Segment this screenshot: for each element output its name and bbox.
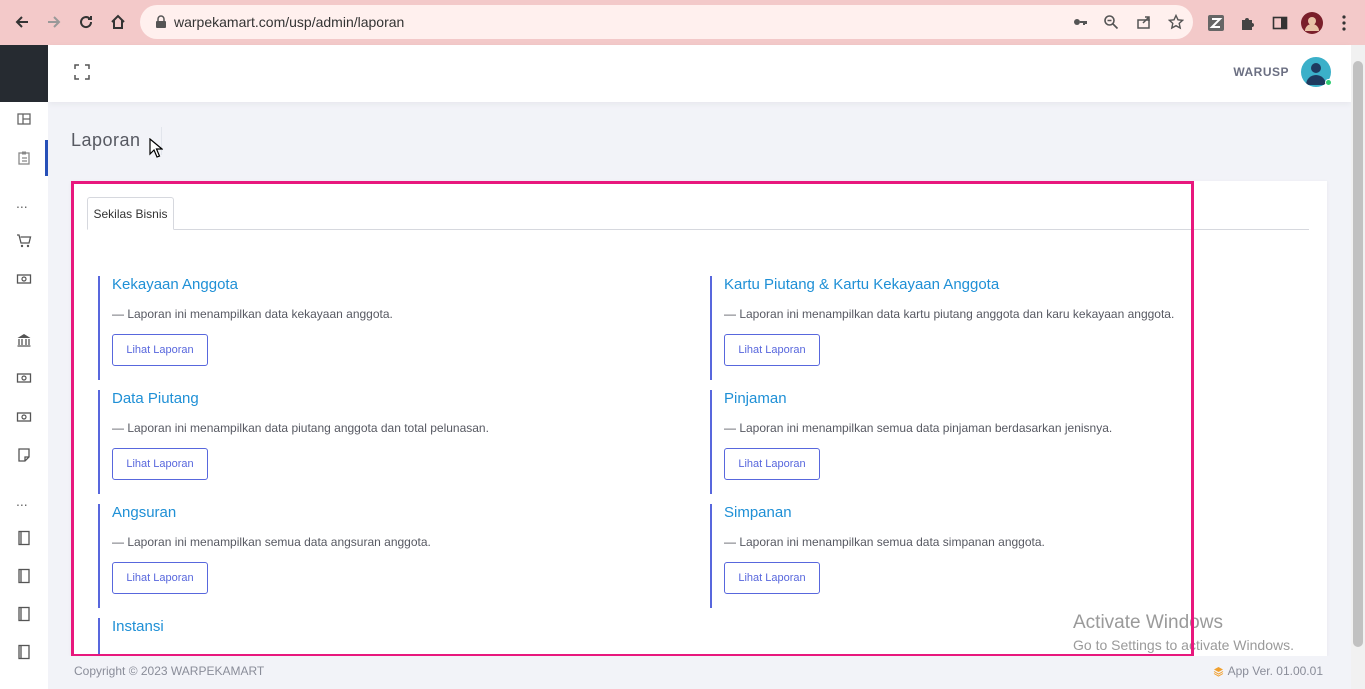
sidebar-active-indicator xyxy=(45,140,48,176)
report-title[interactable]: Kekayaan Anggota xyxy=(112,276,238,293)
report-item: Kekayaan Anggota — Laporan ini menampilk… xyxy=(98,276,678,380)
copyright-text: Copyright © 2023 WARPEKAMART xyxy=(74,664,265,678)
sidepanel-icon[interactable] xyxy=(1269,12,1291,34)
report-item: Kartu Piutang & Kartu Kekayaan Anggota —… xyxy=(710,276,1290,380)
tab-sekilas-bisnis[interactable]: Sekilas Bisnis xyxy=(87,197,174,230)
zoom-icon[interactable] xyxy=(1103,14,1119,30)
view-report-button[interactable]: Lihat Laporan xyxy=(724,448,820,480)
book-icon[interactable] xyxy=(14,604,34,624)
menu-kebab-icon[interactable] xyxy=(1333,12,1355,34)
report-description: — Laporan ini menampilkan data piutang a… xyxy=(112,421,489,435)
profile-icon[interactable] xyxy=(1301,12,1323,34)
report-description: — Laporan ini menampilkan semua data sim… xyxy=(724,535,1045,549)
layers-icon xyxy=(1213,666,1223,677)
view-report-button[interactable]: Lihat Laporan xyxy=(112,448,208,480)
note-icon[interactable] xyxy=(14,445,34,465)
cart-icon[interactable] xyxy=(14,231,34,251)
view-report-button[interactable]: Lihat Laporan xyxy=(112,334,208,366)
watermark-line2: Go to Settings to activate Windows. xyxy=(1073,637,1294,653)
sidebar-brand xyxy=(0,45,48,102)
report-title[interactable]: Angsuran xyxy=(112,504,176,521)
page-scrollbar[interactable] xyxy=(1351,45,1365,689)
extension-z-icon[interactable] xyxy=(1205,12,1227,34)
tab-divider xyxy=(87,229,1309,230)
back-icon[interactable] xyxy=(10,10,34,34)
page-title: Laporan xyxy=(71,130,141,150)
home-icon[interactable] xyxy=(106,10,130,34)
report-card: Sekilas Bisnis Kekayaan Anggota — Lapora… xyxy=(71,181,1327,656)
fullscreen-icon[interactable] xyxy=(74,64,90,80)
report-description: — Laporan ini menampilkan data kartu piu… xyxy=(724,307,1175,321)
url-text: warpekamart.com/usp/admin/laporan xyxy=(174,14,405,30)
report-description: — Laporan ini menampilkan data kekayaan … xyxy=(112,307,393,321)
cash-icon[interactable] xyxy=(14,269,34,289)
footer: Copyright © 2023 WARPEKAMART App Ver. 01… xyxy=(48,656,1351,689)
cash-icon[interactable] xyxy=(14,368,34,388)
report-item: Instansi xyxy=(98,618,678,656)
app-version-text: App Ver. 01.00.01 xyxy=(1227,664,1323,678)
report-item: Angsuran — Laporan ini menampilkan semua… xyxy=(98,504,678,608)
report-title[interactable]: Instansi xyxy=(112,618,164,635)
browser-toolbar: warpekamart.com/usp/admin/laporan xyxy=(0,0,1365,45)
sidebar-section-dots: ... xyxy=(16,195,28,211)
windows-activation-watermark: Activate Windows Go to Settings to activ… xyxy=(1073,612,1294,653)
report-title[interactable]: Pinjaman xyxy=(724,390,787,407)
star-icon[interactable] xyxy=(1168,14,1184,30)
mouse-cursor-icon xyxy=(149,138,163,158)
report-description: — Laporan ini menampilkan semua data pin… xyxy=(724,421,1113,435)
app-version: App Ver. 01.00.01 xyxy=(1213,664,1323,678)
book-icon[interactable] xyxy=(14,642,34,662)
watermark-line1: Activate Windows xyxy=(1073,612,1223,633)
bank-icon[interactable] xyxy=(14,330,34,350)
report-title[interactable]: Data Piutang xyxy=(112,390,199,407)
share-icon[interactable] xyxy=(1136,14,1152,30)
report-clipboard-icon[interactable] xyxy=(14,148,34,168)
key-icon[interactable] xyxy=(1072,14,1088,30)
reload-icon[interactable] xyxy=(74,10,98,34)
book-icon[interactable] xyxy=(14,528,34,548)
report-item: Simpanan — Laporan ini menampilkan semua… xyxy=(710,504,1290,608)
lock-icon xyxy=(156,15,166,28)
cash-icon[interactable] xyxy=(14,407,34,427)
view-report-button[interactable]: Lihat Laporan xyxy=(724,334,820,366)
dashboard-icon[interactable] xyxy=(14,109,34,129)
report-item: Data Piutang — Laporan ini menampilkan d… xyxy=(98,390,678,494)
forward-icon[interactable] xyxy=(42,10,66,34)
report-item: Pinjaman — Laporan ini menampilkan semua… xyxy=(710,390,1290,494)
report-title[interactable]: Kartu Piutang & Kartu Kekayaan Anggota xyxy=(724,276,999,293)
view-report-button[interactable]: Lihat Laporan xyxy=(724,562,820,594)
sidebar-section-dots: ... xyxy=(16,493,28,509)
report-description: — Laporan ini menampilkan semua data ang… xyxy=(112,535,431,549)
report-title[interactable]: Simpanan xyxy=(724,504,792,521)
app-header: WARUSP xyxy=(48,45,1351,102)
address-bar[interactable]: warpekamart.com/usp/admin/laporan xyxy=(140,5,1193,39)
username[interactable]: WARUSP xyxy=(1233,65,1289,79)
scrollbar-thumb[interactable] xyxy=(1353,61,1363,647)
online-status-dot xyxy=(1325,79,1332,86)
sidebar: ... ... xyxy=(0,45,48,689)
puzzle-icon[interactable] xyxy=(1237,12,1259,34)
book-icon[interactable] xyxy=(14,566,34,586)
view-report-button[interactable]: Lihat Laporan xyxy=(112,562,208,594)
